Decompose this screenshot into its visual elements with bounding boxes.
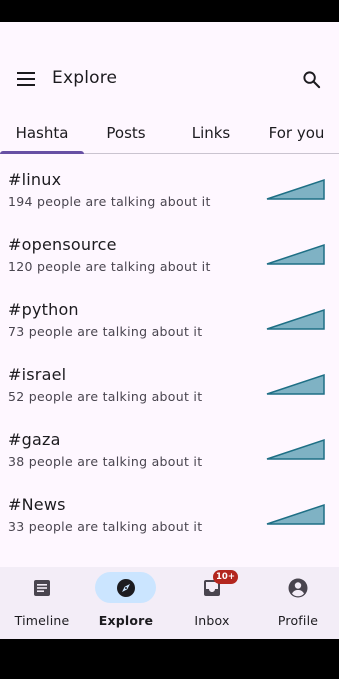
nav-profile[interactable]: Profile (256, 567, 339, 639)
hashtag-name: #israel (8, 365, 67, 384)
nav-explore[interactable]: Explore (84, 567, 168, 639)
hashtag-name: #linux (8, 170, 62, 189)
hamburger-menu-icon (17, 72, 35, 86)
hashtag-name: #opensource (8, 235, 117, 254)
list-item[interactable]: #israel 52 people are talking about it (0, 357, 339, 422)
explore-screen: Explore Hashta Posts Links For you #linu… (0, 22, 339, 639)
bottom-navigation-bar: Timeline Explore 10+ Inbox Profile (0, 567, 339, 639)
unread-count-badge: 10+ (213, 570, 238, 584)
active-tab-indicator (0, 151, 84, 154)
hashtag-usage-count: 33 people are talking about it (8, 519, 203, 534)
trend-sparkline-icon (266, 503, 325, 525)
nav-label: Profile (277, 613, 319, 628)
hashtag-usage-count: 73 people are talking about it (8, 324, 203, 339)
search-button[interactable] (293, 56, 329, 102)
trend-sparkline-icon (266, 243, 325, 265)
list-item[interactable]: #News 33 people are talking about it (0, 487, 339, 552)
explore-tabs: Hashta Posts Links For you (0, 112, 339, 154)
hashtag-usage-count: 194 people are talking about it (8, 194, 211, 209)
hashtag-usage-count: 120 people are talking about it (8, 259, 211, 274)
hashtag-usage-count: 52 people are talking about it (8, 389, 203, 404)
account-circle-icon (288, 578, 308, 598)
trend-sparkline-icon (266, 308, 325, 330)
trend-sparkline-icon (266, 373, 325, 395)
compass-icon (117, 579, 135, 597)
hashtag-name: #News (8, 495, 66, 514)
list-item[interactable]: #gaza 38 people are talking about it (0, 422, 339, 487)
search-icon (302, 70, 320, 88)
nav-timeline[interactable]: Timeline (0, 567, 84, 639)
tab-hashtags[interactable]: Hashta (0, 112, 84, 154)
trend-sparkline-icon (266, 178, 325, 200)
list-item[interactable]: #linux 194 people are talking about it (0, 162, 339, 227)
list-item[interactable]: #python 73 people are talking about it (0, 292, 339, 357)
hashtag-usage-count: 38 people are talking about it (8, 454, 203, 469)
tab-posts[interactable]: Posts (84, 112, 168, 154)
hashtag-name: #python (8, 300, 79, 319)
top-app-bar: Explore (0, 56, 339, 102)
list-item[interactable]: #opensource 120 people are talking about… (0, 227, 339, 292)
menu-button[interactable] (6, 56, 46, 102)
nav-label: Explore (98, 613, 154, 628)
trend-sparkline-icon (266, 438, 325, 460)
tab-for-you[interactable]: For you (254, 112, 339, 154)
hashtag-name: #gaza (8, 430, 61, 449)
tab-links[interactable]: Links (168, 112, 254, 154)
nav-label: Inbox (194, 613, 230, 628)
nav-inbox[interactable]: 10+ Inbox (170, 567, 254, 639)
nav-label: Timeline (14, 613, 70, 628)
page-title: Explore (52, 68, 118, 88)
article-icon (34, 580, 50, 596)
